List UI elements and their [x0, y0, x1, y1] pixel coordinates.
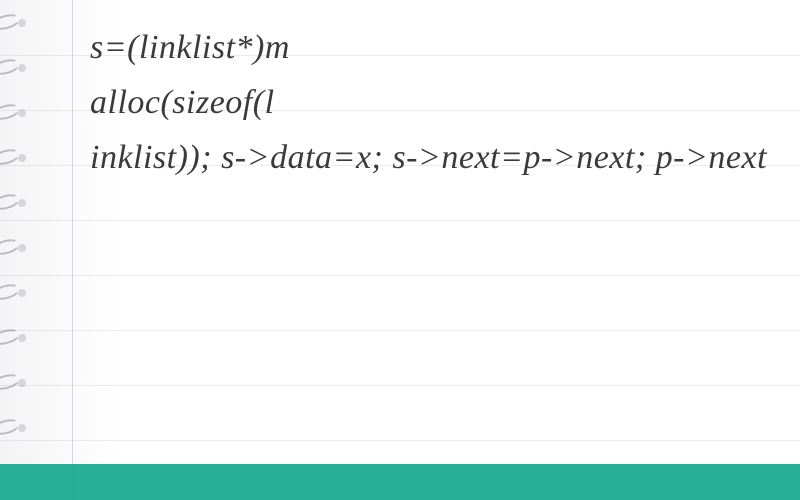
- margin-line: [72, 0, 73, 500]
- footer-bar: [0, 464, 800, 500]
- code-line-1: s=(linklist*)m: [90, 20, 770, 75]
- spiral-binding: [0, 0, 40, 500]
- code-line-2: alloc(sizeof(l: [90, 75, 770, 130]
- code-text: s=(linklist*)m alloc(sizeof(l inklist));…: [90, 20, 770, 185]
- code-line-3: inklist)); s->data=x; s->next=p->next; p…: [90, 130, 770, 185]
